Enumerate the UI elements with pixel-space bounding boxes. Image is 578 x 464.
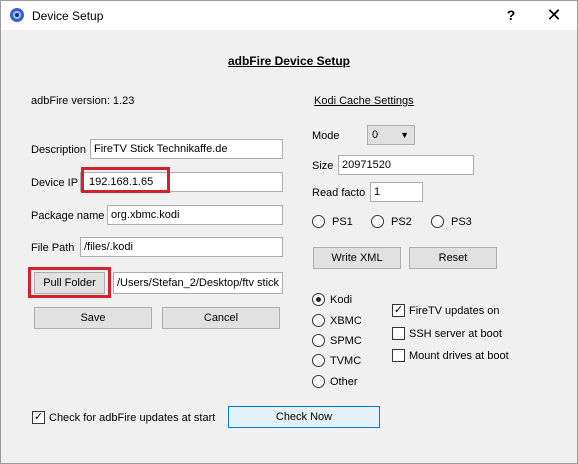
ps3-radio[interactable] bbox=[431, 215, 444, 228]
tvmc-radio[interactable] bbox=[312, 354, 325, 367]
read-factor-label: Read facto bbox=[312, 187, 366, 199]
xbmc-label: XBMC bbox=[330, 315, 362, 327]
ps2-label: PS2 bbox=[391, 216, 412, 228]
package-name-field[interactable]: org.xbmc.kodi bbox=[107, 205, 283, 225]
mount-drives-label: Mount drives at boot bbox=[409, 350, 509, 362]
other-radio[interactable] bbox=[312, 375, 325, 388]
app-icon bbox=[9, 7, 25, 23]
chevron-down-icon: ▼ bbox=[400, 130, 409, 140]
size-label: Size bbox=[312, 160, 334, 172]
cancel-button[interactable]: Cancel bbox=[162, 307, 280, 329]
mode-label: Mode bbox=[312, 130, 340, 142]
file-path-field[interactable]: /files/.kodi bbox=[80, 237, 283, 257]
firetv-updates-checkbox[interactable]: ✓ bbox=[392, 304, 405, 317]
pull-folder-highlight bbox=[28, 267, 111, 298]
ssh-server-label: SSH server at boot bbox=[409, 328, 502, 340]
device-ip-label: Device IP bbox=[31, 177, 79, 189]
check-updates-label: Check for adbFire updates at start bbox=[49, 412, 216, 424]
close-icon[interactable]: ✕ bbox=[539, 4, 569, 26]
window-title: Device Setup bbox=[32, 9, 104, 23]
help-button[interactable]: ? bbox=[499, 4, 523, 26]
firetv-updates-label: FireTV updates on bbox=[409, 305, 500, 317]
title-bar: Device Setup ? ✕ bbox=[1, 1, 577, 30]
reset-button[interactable]: Reset bbox=[409, 247, 497, 269]
version-label: adbFire version: 1.23 bbox=[31, 95, 135, 107]
ps1-radio[interactable] bbox=[312, 215, 325, 228]
check-now-button[interactable]: Check Now bbox=[228, 406, 380, 428]
other-label: Other bbox=[330, 376, 358, 388]
kodi-cache-title: Kodi Cache Settings bbox=[314, 95, 414, 107]
check-updates-checkbox[interactable]: ✓ bbox=[32, 411, 45, 424]
mode-select[interactable]: 0 ▼ bbox=[367, 125, 415, 145]
tvmc-label: TVMC bbox=[330, 355, 362, 367]
pull-folder-path-field[interactable]: /Users/Stefan_2/Desktop/ftv stick bbox=[113, 272, 283, 294]
ps3-label: PS3 bbox=[451, 216, 472, 228]
spmc-radio[interactable] bbox=[312, 334, 325, 347]
size-field[interactable]: 20971520 bbox=[338, 155, 474, 175]
description-field[interactable]: FireTV Stick Technikaffe.de bbox=[90, 139, 283, 159]
description-label: Description bbox=[31, 144, 87, 156]
write-xml-button[interactable]: Write XML bbox=[313, 247, 401, 269]
page-title: adbFire Device Setup bbox=[227, 54, 351, 68]
save-button[interactable]: Save bbox=[34, 307, 152, 329]
read-factor-field[interactable]: 1 bbox=[370, 182, 423, 202]
mount-drives-checkbox[interactable] bbox=[392, 349, 405, 362]
xbmc-radio[interactable] bbox=[312, 314, 325, 327]
ps2-radio[interactable] bbox=[371, 215, 384, 228]
file-path-label: File Path bbox=[31, 242, 75, 254]
device-setup-window: Device Setup ? ✕ adbFire Device Setup ad… bbox=[0, 0, 578, 464]
package-name-label: Package name bbox=[31, 210, 105, 222]
device-ip-highlight bbox=[81, 167, 170, 193]
ssh-server-checkbox[interactable] bbox=[392, 327, 405, 340]
kodi-label: Kodi bbox=[330, 294, 353, 306]
mode-value: 0 bbox=[372, 129, 379, 141]
ps1-label: PS1 bbox=[332, 216, 353, 228]
spmc-label: SPMC bbox=[330, 335, 362, 347]
kodi-radio[interactable] bbox=[312, 293, 325, 306]
